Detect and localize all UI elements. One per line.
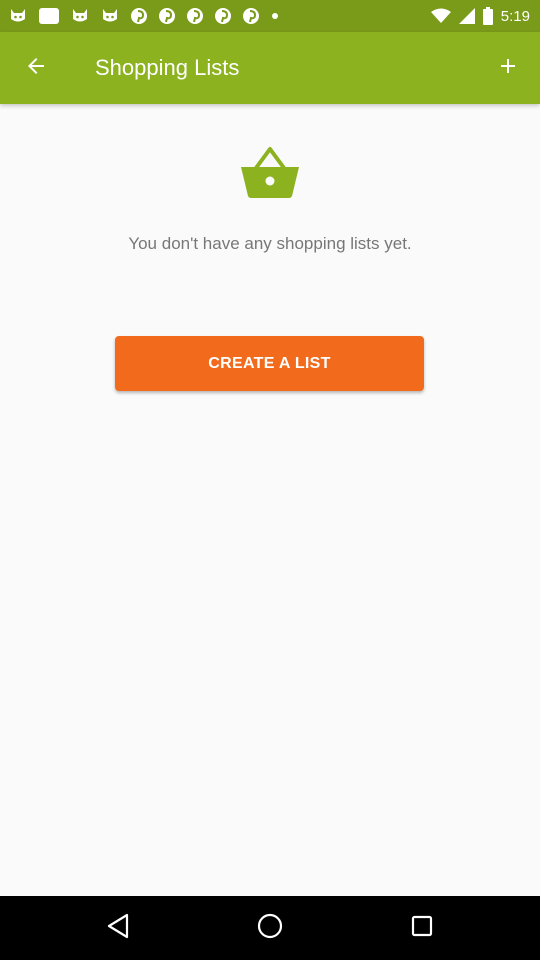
esc-icon <box>38 7 60 25</box>
pinterest-icon <box>158 7 176 25</box>
screen: 5:19 Shopping Lists You don't have any s… <box>0 0 540 960</box>
cat-icon <box>100 7 120 25</box>
create-list-button[interactable]: CREATE A LIST <box>115 336 424 391</box>
basket-icon <box>239 146 301 200</box>
system-nav-bar <box>0 896 540 960</box>
system-indicators: 5:19 <box>430 4 530 28</box>
home-circle-icon <box>256 912 284 945</box>
nav-home-button[interactable] <box>248 906 292 950</box>
empty-state-message: You don't have any shopping lists yet. <box>128 234 412 253</box>
pinterest-icon <box>186 7 204 25</box>
recents-square-icon <box>409 913 435 944</box>
page-title: Shopping Lists <box>95 55 240 80</box>
nav-back-button[interactable] <box>96 906 140 950</box>
wifi-icon <box>430 8 451 24</box>
arrow-left-icon <box>24 54 48 83</box>
cat-icon <box>70 7 90 25</box>
pinterest-icon <box>214 7 232 25</box>
status-time: 5:19 <box>500 7 530 25</box>
plus-icon <box>496 54 520 83</box>
pinterest-icon <box>130 7 148 25</box>
cat-icon <box>8 7 28 25</box>
add-list-button[interactable] <box>484 44 532 92</box>
create-list-button-label: CREATE A LIST <box>208 354 331 372</box>
back-button[interactable] <box>12 44 60 92</box>
status-bar: 5:19 <box>0 0 540 32</box>
pinterest-icon <box>242 7 260 25</box>
battery-icon <box>482 7 493 25</box>
app-toolbar: Shopping Lists <box>0 32 540 104</box>
notification-icons <box>8 4 280 28</box>
signal-icon <box>458 8 475 24</box>
dot-icon <box>270 7 280 25</box>
nav-recents-button[interactable] <box>400 906 444 950</box>
back-triangle-icon <box>105 912 131 945</box>
